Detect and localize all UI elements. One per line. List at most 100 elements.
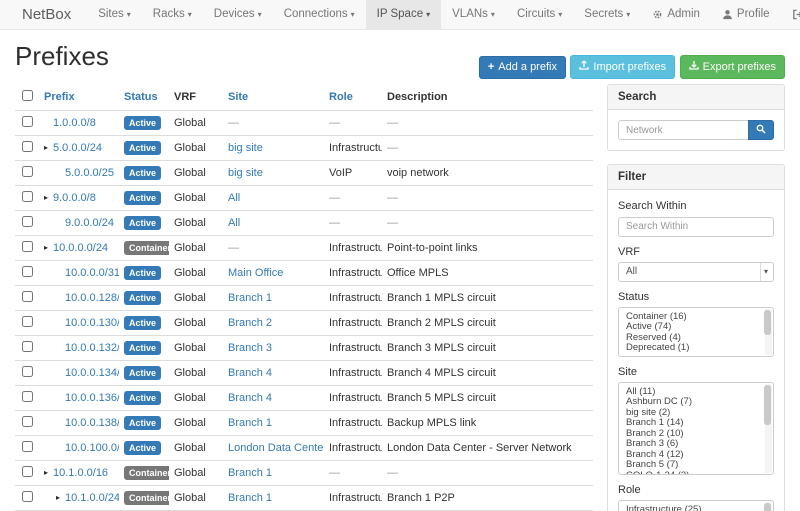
role-filter-list[interactable]: Infrastructure (25)Management (8)Private… bbox=[618, 500, 774, 511]
nav-item-connections[interactable]: Connections▾ bbox=[273, 0, 366, 29]
vrf-select[interactable]: All ▾ bbox=[618, 262, 774, 282]
filter-option[interactable]: Reserved (4) bbox=[619, 333, 773, 344]
nav-logout[interactable]: Log out bbox=[781, 0, 800, 29]
add-prefix-button[interactable]: + Add a prefix bbox=[479, 56, 566, 79]
logout-icon bbox=[792, 9, 800, 20]
filter-option[interactable]: Deprecated (1) bbox=[619, 343, 773, 354]
search-within-input[interactable] bbox=[618, 217, 774, 237]
status-filter-list[interactable]: Container (16)Active (74)Reserved (4)Dep… bbox=[618, 307, 774, 357]
site-link[interactable]: Branch 1 bbox=[228, 492, 272, 504]
import-prefixes-button[interactable]: Import prefixes bbox=[570, 55, 675, 79]
column-header-status[interactable]: Status bbox=[119, 84, 169, 111]
row-checkbox[interactable] bbox=[22, 391, 33, 402]
row-checkbox[interactable] bbox=[22, 166, 33, 177]
row-checkbox[interactable] bbox=[22, 341, 33, 352]
filter-option[interactable]: Container (16) bbox=[619, 312, 773, 323]
table-row: ▸10.0.0.0/24 Container Global — Infrastr… bbox=[15, 236, 593, 261]
site-link[interactable]: All bbox=[228, 217, 240, 229]
nav-admin[interactable]: Admin bbox=[641, 0, 711, 29]
site-link[interactable]: All bbox=[228, 192, 240, 204]
nav-item-devices[interactable]: Devices▾ bbox=[203, 0, 273, 29]
role-cell: — bbox=[324, 211, 382, 236]
filter-option[interactable]: Ashburn DC (7) bbox=[619, 397, 773, 408]
status-badge: Active bbox=[124, 366, 161, 380]
column-header-role[interactable]: Role bbox=[324, 84, 382, 111]
site-filter-list[interactable]: All (11)Ashburn DC (7)big site (2)Branch… bbox=[618, 382, 774, 475]
row-checkbox[interactable] bbox=[22, 266, 33, 277]
nav-item-circuits[interactable]: Circuits▾ bbox=[506, 0, 573, 29]
row-checkbox[interactable] bbox=[22, 241, 33, 252]
site-link[interactable]: Branch 2 bbox=[228, 317, 272, 329]
site-link[interactable]: London Data Center bbox=[228, 442, 324, 454]
site-link[interactable]: Branch 4 bbox=[228, 367, 272, 379]
nav-item-secrets[interactable]: Secrets▾ bbox=[573, 0, 641, 29]
scrollbar[interactable] bbox=[765, 502, 772, 511]
nav-item-sites[interactable]: Sites▾ bbox=[87, 0, 142, 29]
filter-option[interactable]: Branch 2 (10) bbox=[619, 429, 773, 440]
row-checkbox[interactable] bbox=[22, 491, 33, 502]
row-checkbox[interactable] bbox=[22, 291, 33, 302]
prefix-link[interactable]: 10.0.0.128/31 bbox=[65, 292, 119, 304]
site-link[interactable]: Branch 1 bbox=[228, 417, 272, 429]
prefix-link[interactable]: 10.1.0.0/24 bbox=[65, 492, 119, 504]
add-prefix-label: Add a prefix bbox=[498, 61, 557, 74]
nav-item-ip-space[interactable]: IP Space▾ bbox=[366, 0, 441, 29]
app-logo[interactable]: NetBox bbox=[22, 0, 71, 29]
row-checkbox[interactable] bbox=[22, 441, 33, 452]
column-header-prefix[interactable]: Prefix bbox=[39, 84, 119, 111]
prefix-link[interactable]: 10.0.0.132/31 bbox=[65, 342, 119, 354]
prefix-link[interactable]: 5.0.0.0/25 bbox=[65, 167, 114, 179]
prefix-table: Prefix Status VRF Site Role Description … bbox=[15, 84, 593, 511]
filter-option[interactable]: Branch 5 (7) bbox=[619, 460, 773, 471]
filter-option[interactable]: Branch 4 (12) bbox=[619, 450, 773, 461]
site-link[interactable]: Main Office bbox=[228, 267, 283, 279]
row-checkbox[interactable] bbox=[22, 191, 33, 202]
site-link[interactable]: Branch 1 bbox=[228, 292, 272, 304]
site-link[interactable]: Branch 3 bbox=[228, 342, 272, 354]
nav-item-racks[interactable]: Racks▾ bbox=[142, 0, 203, 29]
nav-item-vlans[interactable]: VLANs▾ bbox=[441, 0, 506, 29]
filter-option[interactable]: Branch 3 (6) bbox=[619, 439, 773, 450]
row-checkbox[interactable] bbox=[22, 416, 33, 427]
site-cell: London Data Center bbox=[223, 436, 324, 461]
filter-option[interactable]: Branch 1 (14) bbox=[619, 418, 773, 429]
prefix-link[interactable]: 10.1.0.0/16 bbox=[53, 467, 108, 479]
filter-option[interactable]: All (11) bbox=[619, 387, 773, 398]
prefix-link[interactable]: 10.0.0.0/24 bbox=[53, 242, 108, 254]
prefix-link[interactable]: 10.0.0.134/31 bbox=[65, 367, 119, 379]
prefix-link[interactable]: 10.0.0.138/31 bbox=[65, 417, 119, 429]
row-checkbox[interactable] bbox=[22, 466, 33, 477]
row-checkbox[interactable] bbox=[22, 316, 33, 327]
filter-panel: Filter Search Within VRF All ▾ Status Co… bbox=[607, 164, 785, 511]
scrollbar[interactable] bbox=[765, 309, 772, 355]
prefix-link[interactable]: 10.0.0.0/31 bbox=[65, 267, 119, 279]
prefix-link[interactable]: 10.0.0.136/31 bbox=[65, 392, 119, 404]
filter-option[interactable]: Infrastructure (25) bbox=[619, 505, 773, 511]
prefix-link[interactable]: 1.0.0.0/8 bbox=[53, 117, 96, 129]
filter-option[interactable]: COLO-1-24 (3) bbox=[619, 471, 773, 475]
row-checkbox[interactable] bbox=[22, 116, 33, 127]
description-cell: Branch 4 MPLS circuit bbox=[382, 361, 593, 386]
filter-option[interactable]: Active (74) bbox=[619, 322, 773, 333]
search-input[interactable] bbox=[618, 120, 748, 140]
search-button[interactable] bbox=[748, 120, 774, 140]
row-checkbox[interactable] bbox=[22, 141, 33, 152]
prefix-link[interactable]: 5.0.0.0/24 bbox=[53, 142, 102, 154]
nav-profile[interactable]: Profile bbox=[711, 0, 781, 29]
scrollbar[interactable] bbox=[765, 384, 772, 473]
row-checkbox[interactable] bbox=[22, 216, 33, 227]
table-header-row: Prefix Status VRF Site Role Description bbox=[15, 84, 593, 111]
site-link[interactable]: Branch 4 bbox=[228, 392, 272, 404]
export-prefixes-button[interactable]: Export prefixes bbox=[680, 55, 785, 79]
row-checkbox[interactable] bbox=[22, 366, 33, 377]
prefix-link[interactable]: 10.0.100.0/24 bbox=[65, 442, 119, 454]
prefix-link[interactable]: 9.0.0.0/24 bbox=[65, 217, 114, 229]
site-link[interactable]: big site bbox=[228, 167, 263, 179]
prefix-link[interactable]: 9.0.0.0/8 bbox=[53, 192, 96, 204]
column-header-site[interactable]: Site bbox=[223, 84, 324, 111]
site-link[interactable]: big site bbox=[228, 142, 263, 154]
site-link[interactable]: Branch 1 bbox=[228, 467, 272, 479]
prefix-link[interactable]: 10.0.0.130/31 bbox=[65, 317, 119, 329]
select-all-checkbox[interactable] bbox=[22, 90, 33, 101]
filter-option[interactable]: big site (2) bbox=[619, 408, 773, 419]
